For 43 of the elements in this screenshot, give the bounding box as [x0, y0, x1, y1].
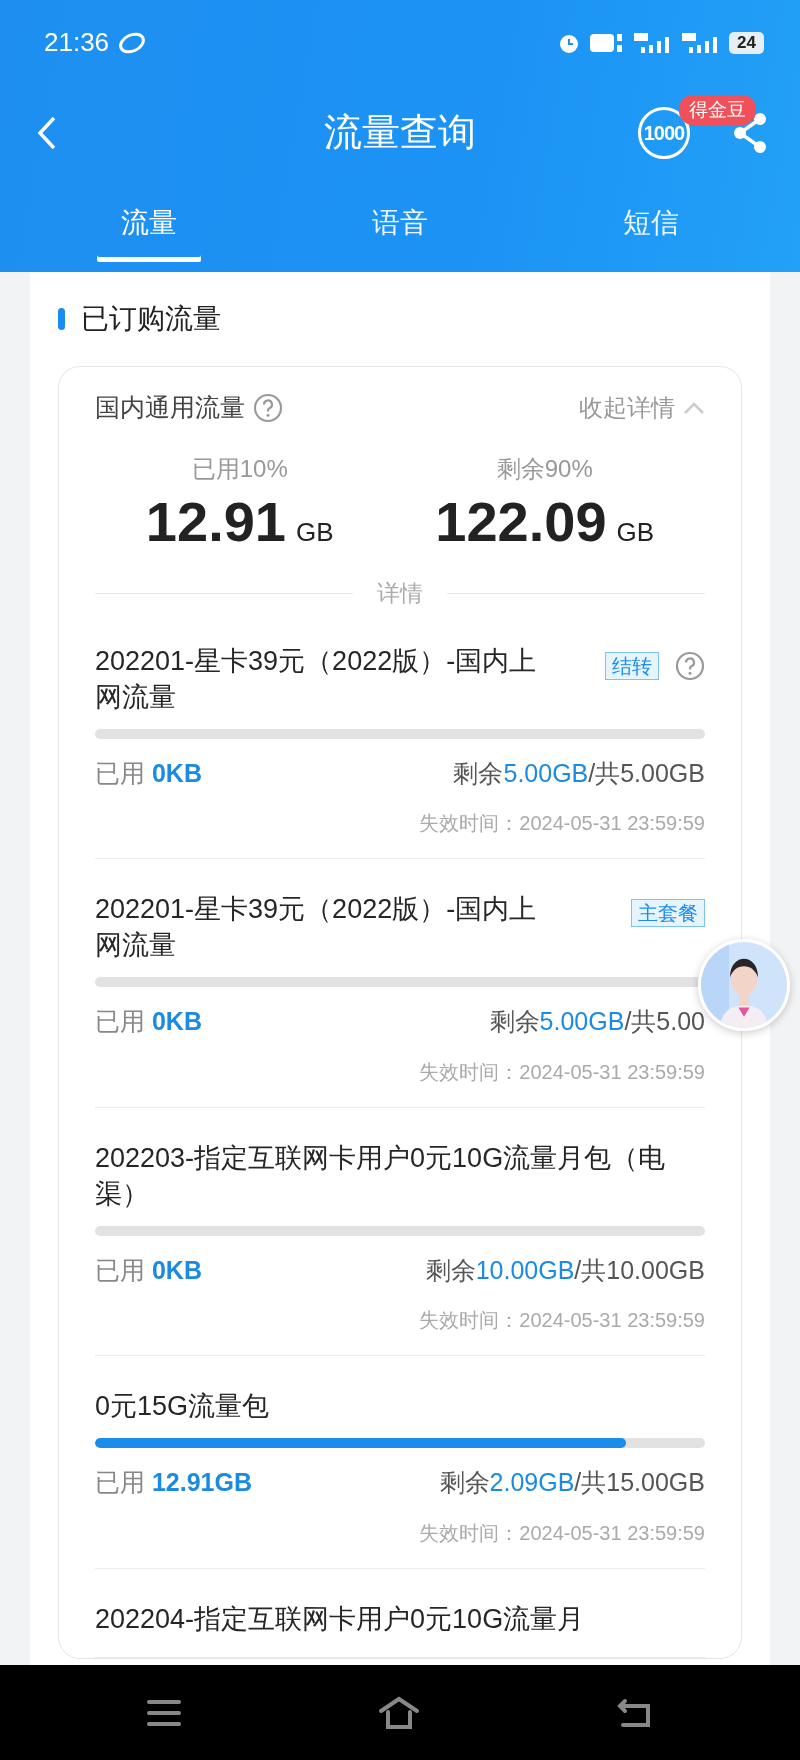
- help-icon[interactable]: [253, 392, 283, 423]
- package-tag: 结转: [605, 651, 659, 680]
- section-title: 已订购流量: [81, 302, 221, 336]
- app-notification-icon: [117, 31, 148, 54]
- summary-name: 国内通用流量: [95, 392, 245, 423]
- used-amount: 12.91: [145, 489, 286, 553]
- used-amount: 已用 12.91GB: [95, 1467, 252, 1499]
- remaining-percent: 剩余90%: [495, 453, 594, 484]
- remaining-amount: 剩余5.00GB/共5.00GB: [453, 757, 705, 789]
- menu-icon[interactable]: [146, 1698, 181, 1727]
- section-marker: [58, 308, 65, 330]
- package-tag: 主套餐: [631, 899, 705, 928]
- reward-badge[interactable]: 得金豆: [679, 94, 756, 125]
- expiry-time: 失效时间：2024-05-31 23:59:59: [418, 1059, 705, 1085]
- status-time: 21:36: [44, 26, 110, 59]
- remaining-amount: 122.09: [435, 489, 607, 553]
- package-title: 202203-指定互联网卡用户0元10G流量月包（电渠）: [95, 1141, 667, 1211]
- used-amount: 已用 0KB: [95, 1006, 202, 1038]
- remaining-amount: 剩余2.09GB/共15.00GB: [439, 1467, 705, 1499]
- package-title: 0元15G流量包: [95, 1390, 270, 1424]
- page-title: 流量查询: [324, 111, 476, 153]
- remaining-amount: 剩余10.00GB/共10.00GB: [425, 1254, 705, 1286]
- used-amount: 已用 0KB: [95, 1254, 202, 1286]
- unit-label: GB: [296, 516, 334, 547]
- package-title: 202201-星卡39元（2022版）-国内上网流量: [95, 644, 538, 714]
- used-amount: 已用 0KB: [95, 757, 202, 789]
- battery-indicator: 24: [729, 31, 764, 54]
- expiry-time: 失效时间：2024-05-31 23:59:59: [418, 1520, 705, 1546]
- remaining-amount: 剩余5.00GB/共5.00: [489, 1006, 705, 1038]
- package-title: 202201-星卡39元（2022版）-国内上网流量: [95, 893, 538, 963]
- expiry-time: 失效时间：2024-05-31 23:59:59: [418, 811, 705, 837]
- package-title: 202204-指定互联网卡用户0元10G流量月: [95, 1602, 585, 1636]
- details-divider-label: 详情: [377, 579, 423, 609]
- back-icon[interactable]: [36, 114, 58, 151]
- expiry-time: 失效时间：2024-05-31 23:59:59: [418, 1308, 705, 1334]
- tab[interactable]: 语音: [348, 190, 452, 262]
- tab[interactable]: 短信: [598, 190, 703, 262]
- help-icon[interactable]: [675, 650, 705, 681]
- home-icon[interactable]: [378, 1695, 420, 1730]
- tab[interactable]: 流量: [97, 190, 202, 262]
- used-percent: 已用10%: [190, 453, 289, 484]
- collapse-link[interactable]: 收起详情: [579, 389, 675, 426]
- unit-label: GB: [616, 516, 655, 547]
